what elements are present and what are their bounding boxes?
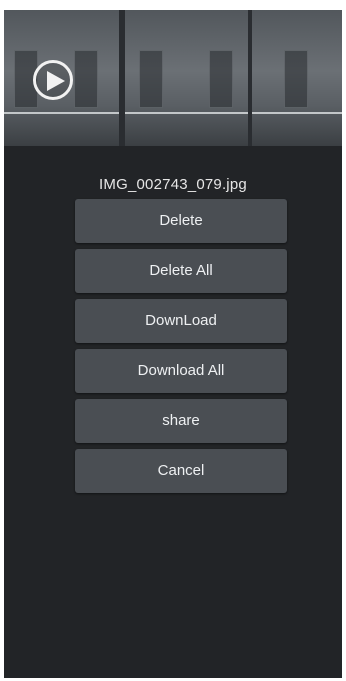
play-icon: [47, 71, 65, 91]
delete-button[interactable]: Delete: [75, 199, 287, 243]
delete-all-button[interactable]: Delete All: [75, 249, 287, 293]
download-all-button[interactable]: Download All: [75, 349, 287, 393]
file-options-menu: Delete Delete All DownLoad Download All …: [75, 199, 287, 499]
photo-thumbnail[interactable]: [124, 10, 249, 146]
share-button[interactable]: share: [75, 399, 287, 443]
download-button[interactable]: DownLoad: [75, 299, 287, 343]
photo-thumbnail[interactable]: [252, 10, 342, 146]
cancel-button[interactable]: Cancel: [75, 449, 287, 493]
file-name-label: IMG_002743_079.jpg: [99, 176, 247, 193]
app-screen: IMG_002743_079.jpg Delete Delete All Dow…: [4, 10, 342, 678]
play-video-button[interactable]: [33, 60, 73, 100]
